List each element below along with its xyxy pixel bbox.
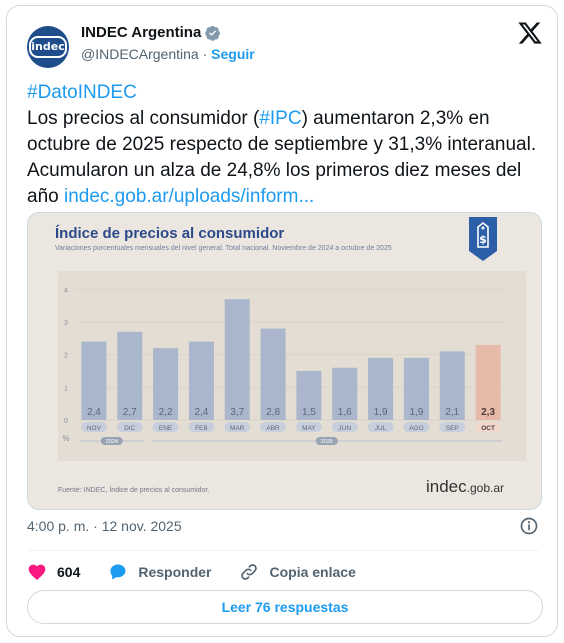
tweet-card: indec INDEC Argentina @INDECArgentina · … (6, 5, 558, 637)
tweet-text: #DatoINDEC Los precios al consumidor (#I… (27, 80, 542, 210)
author-name-row: INDEC Argentina (81, 24, 221, 41)
x-tick-label: ENE (159, 425, 173, 432)
bar-value-label: 2,3 (481, 407, 495, 418)
chart-title: Índice de precios al consumidor (55, 225, 285, 242)
x-logo-icon[interactable] (517, 20, 543, 46)
y-tick-label: 4 (64, 287, 68, 294)
reply-bubble-icon (110, 564, 126, 580)
author-handle[interactable]: @INDECArgentina (81, 46, 199, 62)
svg-text:$: $ (479, 233, 487, 246)
like-action[interactable]: 604 (27, 562, 80, 582)
price-tag-icon: $ (469, 217, 497, 261)
hashtag-datoindec[interactable]: #DatoINDEC (27, 82, 137, 103)
bar-value-label: 3,7 (230, 407, 244, 418)
y-tick-label: 1 (64, 385, 68, 392)
x-tick-label: OCT (481, 425, 495, 432)
x-tick-label: MAY (302, 425, 316, 432)
bar-value-label: 1,6 (338, 407, 352, 418)
avatar-logo: indec (29, 36, 67, 58)
follow-button[interactable]: Seguir (211, 46, 255, 62)
bar-value-label: 2,4 (87, 407, 101, 418)
y-tick-label: 0 (64, 418, 68, 425)
info-icon[interactable] (519, 516, 539, 536)
x-tick-label: DIC (124, 425, 136, 432)
verified-badge-icon (205, 25, 221, 41)
logo-suffix: .gob.ar (466, 481, 504, 495)
x-tick-label: MAR (230, 425, 245, 432)
x-tick-label: AGO (409, 425, 423, 432)
heart-icon (28, 564, 46, 580)
tweet-text-part1: Los precios al consumidor ( (27, 108, 260, 129)
bar-value-label: 2,7 (123, 407, 137, 418)
y-tick-label: 2 (64, 353, 68, 360)
hashtag-ipc[interactable]: #IPC (259, 108, 301, 129)
read-replies-button[interactable]: Leer 76 respuestas (27, 590, 543, 624)
tweet-timestamp[interactable]: 4:00 p. m. · 12 nov. 2025 (27, 518, 182, 534)
bar-value-label: 2,2 (159, 407, 173, 418)
like-count: 604 (57, 564, 81, 580)
divider (27, 550, 539, 551)
x-tick-label: JUN (338, 425, 351, 432)
bar-value-label: 1,9 (374, 407, 388, 418)
year-label: 2024 (106, 439, 118, 445)
y-tick-label: 3 (64, 320, 68, 327)
copy-link-label: Copia enlace (269, 564, 356, 580)
bar-value-label: 1,5 (302, 407, 316, 418)
bar-value-label: 2,4 (194, 407, 208, 418)
bar-value-label: 1,9 (409, 407, 423, 418)
copy-link-action[interactable]: Copia enlace (239, 562, 356, 582)
bar-value-label: 2,8 (266, 407, 280, 418)
x-tick-label: SEP (446, 425, 459, 432)
author-handle-row: @INDECArgentina · Seguir (81, 46, 255, 62)
author-name[interactable]: INDEC Argentina (81, 24, 201, 41)
avatar[interactable]: indec (27, 26, 69, 68)
tweet-link[interactable]: indec.gob.ar/uploads/inform... (64, 186, 314, 207)
logo-main: indec (426, 477, 467, 496)
link-icon (241, 564, 258, 580)
year-label: 2025 (321, 439, 333, 445)
reply-action[interactable]: Responder (108, 562, 211, 582)
chart-subtitle: Variaciones porcentuales mensuales del n… (55, 245, 392, 252)
media-image[interactable]: 0 1 2 3 4% 2,4 NOV 2,7 DIC 2,2 ENE 2,4 FEB 3,7 MAR 2,8 A… (27, 212, 542, 510)
action-bar: 604 Responder Copia enlace (27, 559, 356, 585)
y-unit-label: % (62, 434, 69, 443)
indec-logo: indec.gob.ar (426, 477, 504, 497)
x-tick-label: NOV (87, 425, 102, 432)
bar-value-label: 2,1 (445, 407, 459, 418)
x-tick-label: FEB (195, 425, 208, 432)
x-tick-label: ABR (266, 425, 280, 432)
bar (224, 299, 250, 420)
x-tick-label: JUL (375, 425, 387, 432)
separator: · (202, 46, 208, 62)
reply-label: Responder (138, 564, 212, 580)
chart-source: Fuente: INDEC, Índice de precios al cons… (58, 487, 210, 494)
